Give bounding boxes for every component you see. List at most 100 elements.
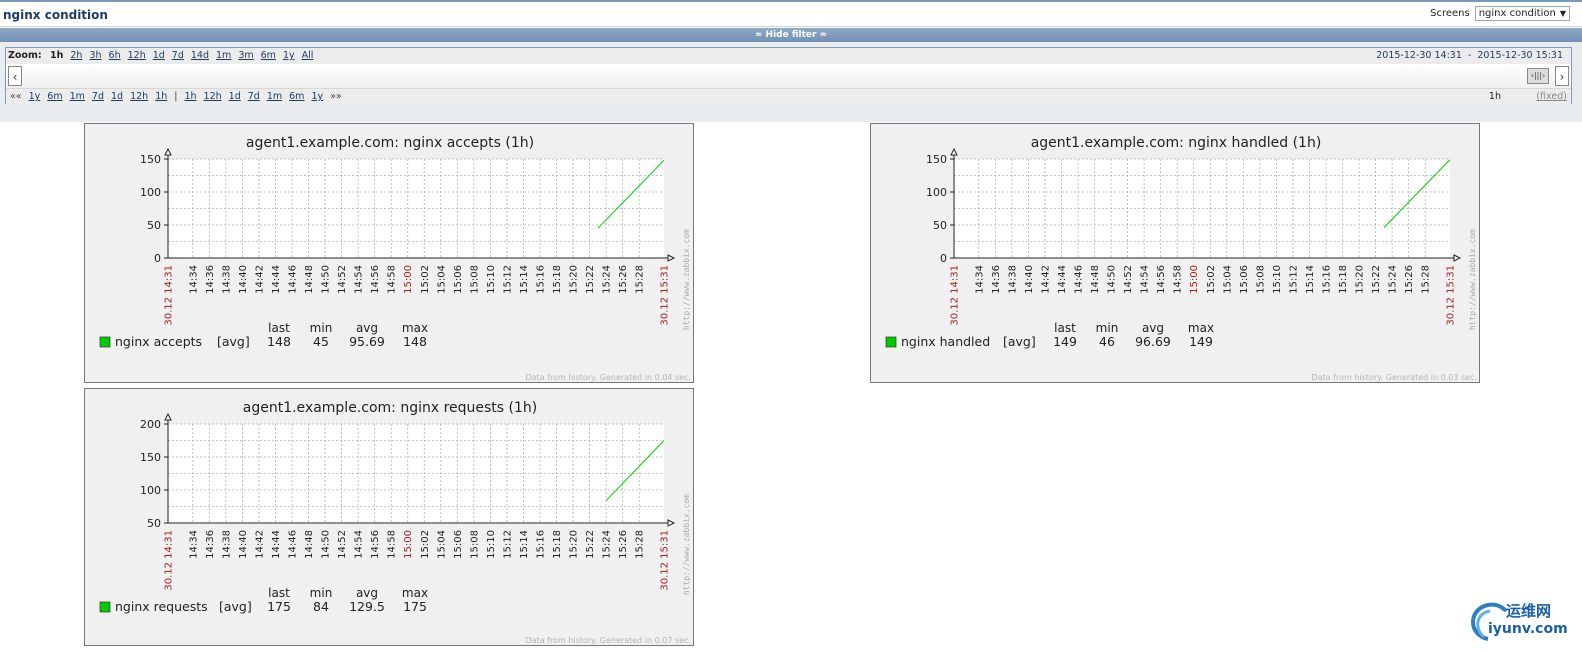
legend-header-max: max [402,321,428,335]
y-tick-label: 100 [140,186,161,199]
x-tick-label: 15:28 [635,530,646,559]
y-tick-label: 100 [140,484,161,497]
step-link[interactable]: 12h [130,91,148,102]
x-tick-label: 30.12 15:31 [660,530,671,591]
x-tick-label: 15:22 [585,265,596,294]
top-bar: nginx condition Screens nginx condition … [0,0,1582,27]
x-tick-label: 30.12 14:31 [164,530,175,591]
zoom-link[interactable]: 3h [89,50,101,61]
zoom-link[interactable]: 6m [261,50,276,61]
step-link[interactable]: 6m [47,91,62,102]
legend-header-max: max [402,586,428,600]
legend-value-avg: 95.69 [349,334,385,349]
step-link[interactable]: 1m [70,91,85,102]
zoom-link[interactable]: 2h [70,50,82,61]
hide-filter-toggle[interactable]: ≈ Hide filter ≈ [0,28,1582,42]
x-tick-label: 14:48 [304,530,315,559]
x-tick-label: 15:16 [1322,265,1333,294]
zoom-link[interactable]: All [302,50,314,61]
x-tick-label: 15:00 [1189,265,1200,294]
x-tick-label: 14:46 [288,530,299,559]
x-tick-label: 14:44 [1057,265,1068,294]
scroll-right-button[interactable]: › [1555,66,1569,86]
legend-header-min: min [310,586,333,600]
period-separator: - [1467,50,1472,61]
period-range: 2015-12-30 14:31 - 2015-12-30 15:31 [1376,50,1563,61]
zoom-link[interactable]: 7d [172,50,184,61]
step-link[interactable]: »» [330,91,342,102]
step-link[interactable]: 1m [267,91,282,102]
legend-name: nginx handled [901,334,990,349]
x-tick-label: 15:14 [1305,265,1316,294]
period-end: 2015-12-30 15:31 [1477,50,1563,61]
x-tick-label: 15:24 [1388,265,1399,294]
chevron-up-icon: ≈ [819,30,828,40]
graph-canvas: agent1.example.com: nginx accepts (1h) 30… [99,135,691,382]
step-link[interactable]: «« [10,91,22,102]
x-tick-label: 14:58 [387,265,398,294]
legend-func: [avg] [1003,334,1036,349]
legend-name: nginx requests [115,599,208,614]
x-tick-label: 14:34 [188,530,199,559]
zoom-link[interactable]: 3m [238,50,253,61]
legend-header-avg: avg [356,586,378,600]
x-tick-label: 15:14 [519,265,530,294]
legend-name: nginx accepts [115,334,202,349]
step-separator: | [174,91,178,102]
legend-header-min: min [1096,321,1119,335]
zoom-link[interactable]: 14d [191,50,209,61]
step-link[interactable]: 1h [184,91,196,102]
x-tick-label: 14:56 [1156,265,1167,294]
legend-value-max: 149 [1189,334,1213,349]
logo-text-cn: 运维网 [1506,602,1552,620]
x-tick-label: 14:56 [370,530,381,559]
step-link[interactable]: 7d [248,91,260,102]
y-tick-label: 150 [140,451,161,464]
x-tick-label: 15:06 [453,265,464,294]
x-tick-label: 14:50 [321,265,332,294]
y-axis-arrow-icon [164,412,172,421]
legend-value-min: 84 [313,599,329,614]
step-link[interactable]: 1h [155,91,167,102]
x-tick-label: 14:58 [387,530,398,559]
x-tick-label: 15:18 [1338,265,1349,294]
zoom-link[interactable]: 12h [128,50,146,61]
step-link[interactable]: 7d [92,91,104,102]
zoom-link[interactable]: 1d [153,50,165,61]
step-link[interactable]: 1y [29,91,41,102]
step-link[interactable]: 1d [229,91,241,102]
graph-nginx-accepts: agent1.example.com: nginx accepts (1h) 30… [84,123,694,383]
filter-panel: Zoom: 1h 2h 3h 6h 12h 1d 7d 14d 1m 3m 6m 1y All 2015… [0,42,1582,122]
step-link[interactable]: 12h [204,91,222,102]
y-tick-label: 0 [940,252,947,265]
x-tick-label: 15:08 [469,530,480,559]
x-tick-label: 14:36 [205,265,216,294]
legend-value-min: 46 [1099,334,1115,349]
x-tick-label: 15:04 [436,265,447,294]
legend-value-min: 45 [313,334,329,349]
x-axis-arrow-icon [667,519,676,527]
chevron-down-icon: ▼ [1559,9,1566,18]
step-link[interactable]: 1d [111,91,123,102]
legend-value-max: 148 [403,334,427,349]
x-tick-label: 15:04 [436,530,447,559]
scroll-left-button[interactable]: ‹ [8,66,22,86]
x-tick-label: 15:28 [1421,265,1432,294]
y-tick-label: 50 [933,219,947,232]
zoom-link[interactable]: 6h [109,50,121,61]
step-link[interactable]: 6m [289,91,304,102]
zoom-link[interactable]: 1y [283,50,295,61]
screens-select[interactable]: nginx condition ▼ [1474,6,1570,21]
zoom-link[interactable]: 1m [216,50,231,61]
y-axis-arrow-icon [164,147,172,156]
period-scroll-handle[interactable]: ‹|||› [1527,68,1549,84]
chevron-up-icon: ≈ [754,30,763,40]
zoom-link[interactable]: 1h [50,50,63,61]
step-link[interactable]: 1y [311,91,323,102]
screens-select-value: nginx condition [1478,8,1556,19]
x-tick-label: 15:20 [1355,265,1366,294]
fixed-toggle[interactable]: (fixed) [1536,91,1567,102]
x-tick-label: 15:22 [585,530,596,559]
watermark: http://www.zabbix.com [682,229,691,330]
site-logo: 运维网 iyunv.com [1466,599,1568,643]
